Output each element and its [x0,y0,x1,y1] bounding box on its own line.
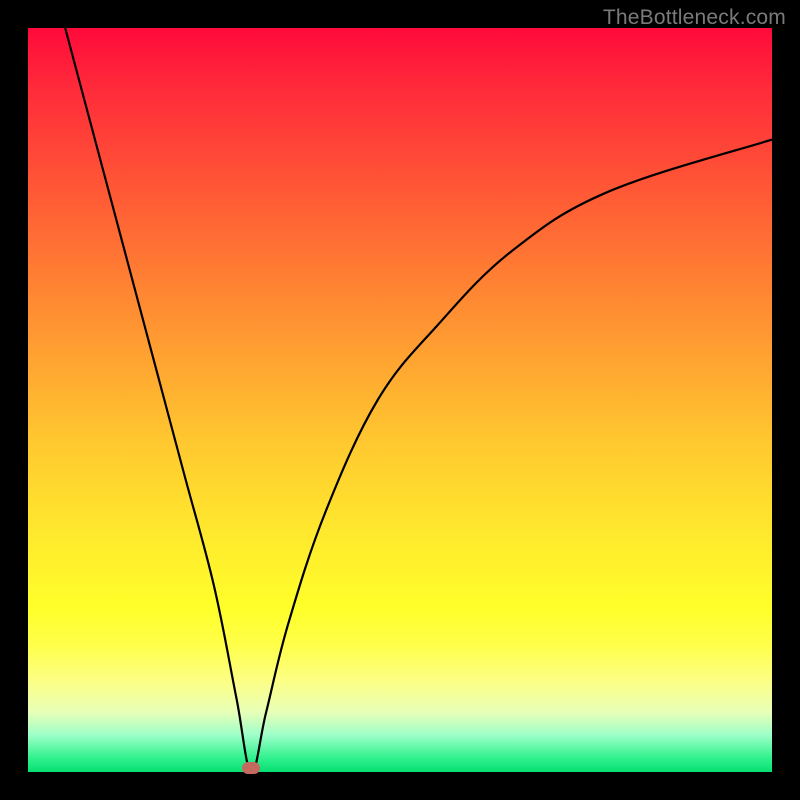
curve-svg [28,28,772,772]
chart-frame: TheBottleneck.com [0,0,800,800]
plot-area [28,28,772,772]
bottleneck-curve [65,28,772,772]
min-point-marker [242,762,260,774]
attribution-label: TheBottleneck.com [603,6,786,30]
